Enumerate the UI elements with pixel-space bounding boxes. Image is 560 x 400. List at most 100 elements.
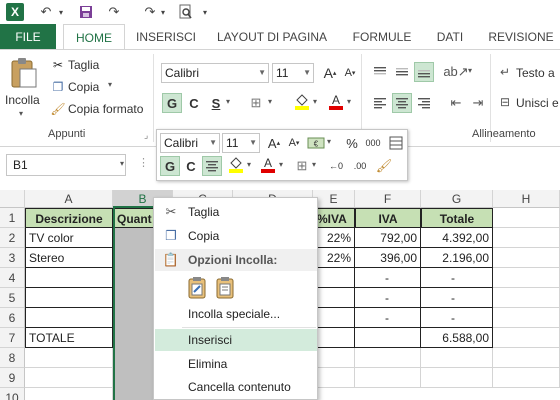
select-all-corner[interactable] bbox=[0, 190, 25, 208]
font-color-icon[interactable]: A bbox=[326, 91, 346, 111]
cell-e3[interactable]: 22% bbox=[313, 248, 355, 268]
cell-h7[interactable] bbox=[493, 328, 560, 348]
align-top-icon[interactable] bbox=[370, 62, 390, 82]
mini-align-center-icon[interactable] bbox=[202, 156, 222, 176]
row-header-6[interactable]: 6 bbox=[0, 308, 25, 328]
mini-bold-button[interactable]: G bbox=[160, 156, 180, 176]
mini-borders-dropdown-icon[interactable]: ▾ bbox=[312, 160, 316, 169]
paste-option-keep-formatting-icon[interactable] bbox=[186, 276, 208, 300]
name-box-dropdown-icon[interactable]: ▾ bbox=[120, 159, 124, 168]
increase-indent-icon[interactable]: ⇥ bbox=[468, 93, 488, 113]
mini-font-name-combo[interactable]: Calibri ▼ bbox=[160, 133, 220, 153]
row-header-8[interactable]: 8 bbox=[0, 348, 25, 368]
cell-g8[interactable] bbox=[421, 348, 493, 368]
mini-currency-dropdown-icon[interactable]: ▾ bbox=[327, 137, 331, 146]
copy-dropdown-icon[interactable]: ▾ bbox=[108, 80, 112, 89]
cell-e5[interactable] bbox=[313, 288, 355, 308]
font-size-combo[interactable]: 11 ▼ bbox=[272, 63, 314, 83]
menu-item-delete[interactable]: Elimina bbox=[155, 353, 317, 375]
mini-shrink-font-button[interactable]: A ▾ bbox=[284, 133, 304, 153]
cell-g7[interactable]: 6.588,00 bbox=[421, 328, 493, 348]
bold-button[interactable]: G bbox=[162, 93, 182, 113]
cell-h3[interactable] bbox=[493, 248, 560, 268]
paste-button[interactable]: Incolla bbox=[5, 93, 40, 107]
cell-g9[interactable] bbox=[421, 368, 493, 388]
merge-center-button[interactable]: Unisci e bbox=[516, 96, 559, 110]
cell-a9[interactable] bbox=[25, 368, 113, 388]
mini-currency-icon[interactable]: € bbox=[306, 133, 326, 153]
cell-a3[interactable]: Stereo bbox=[25, 248, 113, 268]
tab-revisione[interactable]: REVISIONE bbox=[482, 24, 560, 50]
cell-f8[interactable] bbox=[355, 348, 421, 368]
italic-button[interactable]: C bbox=[184, 93, 204, 113]
cut-button[interactable]: Taglia bbox=[68, 58, 99, 72]
mini-font-color-icon[interactable]: A bbox=[258, 154, 278, 174]
cell-h4[interactable] bbox=[493, 268, 560, 288]
orientation-icon[interactable]: ab↗ bbox=[443, 62, 468, 82]
mini-font-color-dropdown-icon[interactable]: ▾ bbox=[279, 160, 283, 169]
cell-f1[interactable]: IVA bbox=[355, 208, 421, 228]
align-right-icon[interactable] bbox=[414, 93, 434, 113]
cell-g4[interactable]: - bbox=[421, 268, 493, 288]
align-center-icon[interactable] bbox=[392, 93, 412, 113]
cell-f5[interactable]: - bbox=[355, 288, 421, 308]
cell-f4[interactable]: - bbox=[355, 268, 421, 288]
tab-inserisci[interactable]: INSERISCI bbox=[130, 24, 202, 50]
mini-percent-button[interactable]: % bbox=[342, 133, 362, 153]
row-header-4[interactable]: 4 bbox=[0, 268, 25, 288]
cell-f6[interactable]: - bbox=[355, 308, 421, 328]
wrap-text-icon[interactable]: ↵ bbox=[497, 64, 513, 80]
mini-font-size-dropdown-icon[interactable]: ▼ bbox=[249, 134, 257, 152]
mini-decrease-decimal-icon[interactable]: .00 bbox=[350, 156, 370, 176]
tab-formule[interactable]: FORMULE bbox=[344, 24, 420, 50]
cell-a7[interactable]: TOTALE bbox=[25, 328, 113, 348]
paste-option-paste-icon[interactable] bbox=[214, 276, 236, 300]
cell-e8[interactable] bbox=[313, 348, 355, 368]
menu-item-insert[interactable]: Inserisci bbox=[155, 329, 317, 351]
format-painter-icon[interactable]: 🖌 bbox=[50, 101, 66, 117]
borders-icon[interactable]: ⊞ bbox=[246, 93, 266, 113]
decrease-indent-icon[interactable]: ⇤ bbox=[446, 93, 466, 113]
underline-dropdown-icon[interactable]: ▾ bbox=[226, 97, 230, 106]
tab-layout-di-pagina[interactable]: LAYOUT DI PAGINA bbox=[210, 24, 334, 50]
cut-icon[interactable]: ✂ bbox=[50, 57, 66, 73]
menu-item-copy[interactable]: ❐ Copia bbox=[155, 225, 317, 247]
cell-e2[interactable]: 22% bbox=[313, 228, 355, 248]
cell-a5[interactable] bbox=[25, 288, 113, 308]
column-header-h[interactable]: H bbox=[493, 190, 560, 208]
mini-italic-button[interactable]: C bbox=[181, 156, 201, 176]
cell-g5[interactable]: - bbox=[421, 288, 493, 308]
cell-e7[interactable] bbox=[313, 328, 355, 348]
menu-item-paste-special[interactable]: Incolla speciale... bbox=[155, 303, 317, 325]
cell-g2[interactable]: 4.392,00 bbox=[421, 228, 493, 248]
cell-a2[interactable]: TV color bbox=[25, 228, 113, 248]
mini-fill-color-dropdown-icon[interactable]: ▾ bbox=[247, 160, 251, 169]
row-header-9[interactable]: 9 bbox=[0, 368, 25, 388]
cell-e4[interactable] bbox=[313, 268, 355, 288]
mini-format-table-icon[interactable] bbox=[386, 133, 406, 153]
mini-grow-font-button[interactable]: A ▴ bbox=[264, 133, 284, 153]
mini-borders-icon[interactable]: ⊞ bbox=[292, 156, 312, 176]
row-header-2[interactable]: 2 bbox=[0, 228, 25, 248]
undo-icon[interactable]: ↶ bbox=[36, 2, 56, 22]
copy-icon[interactable]: ❐ bbox=[50, 79, 66, 95]
mini-increase-decimal-icon[interactable]: ←0 bbox=[326, 156, 346, 176]
cell-h9[interactable] bbox=[493, 368, 560, 388]
font-size-dropdown-icon[interactable]: ▼ bbox=[303, 64, 311, 82]
tab-dati[interactable]: DATI bbox=[428, 24, 472, 50]
shrink-font-button[interactable]: A ▾ bbox=[340, 63, 360, 83]
cell-f9[interactable] bbox=[355, 368, 421, 388]
row-header-10[interactable]: 10 bbox=[0, 388, 25, 400]
formula-bar-options-icon[interactable]: ⋮ bbox=[138, 156, 149, 169]
format-painter-button[interactable]: Copia formato bbox=[68, 102, 143, 116]
mini-fill-color-icon[interactable] bbox=[226, 154, 246, 174]
column-header-f[interactable]: F bbox=[355, 190, 421, 208]
menu-item-cut[interactable]: ✂ Taglia bbox=[155, 201, 317, 223]
cell-e6[interactable] bbox=[313, 308, 355, 328]
borders-dropdown-icon[interactable]: ▾ bbox=[268, 97, 272, 106]
font-name-dropdown-icon[interactable]: ▼ bbox=[258, 64, 266, 82]
cell-e1[interactable]: %IVA bbox=[313, 208, 355, 228]
paste-icon[interactable] bbox=[8, 56, 40, 90]
mini-font-size-combo[interactable]: 11 ▼ bbox=[222, 133, 260, 153]
save-icon[interactable] bbox=[76, 2, 96, 22]
